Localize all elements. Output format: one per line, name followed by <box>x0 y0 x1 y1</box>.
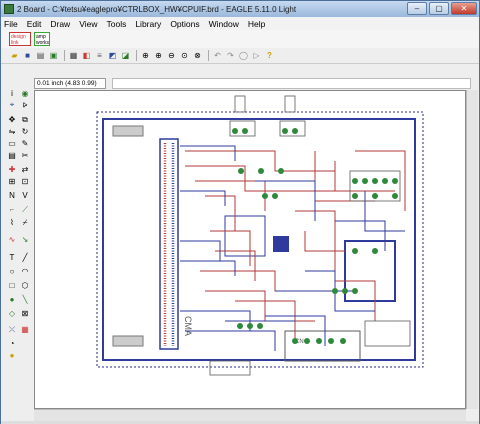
stop-icon[interactable]: ◯ <box>238 50 249 61</box>
coordinate-bar: 0.01 inch (4.83 0.99) <box>1 77 479 90</box>
eagle-app-icon <box>4 4 14 14</box>
component-outlines <box>209 95 411 376</box>
mark-icon[interactable]: ⌖ <box>7 100 17 110</box>
signal-icon[interactable]: ↘ <box>20 235 30 245</box>
menu-file[interactable]: File <box>4 19 18 29</box>
cam-icon[interactable]: ▣ <box>48 50 59 61</box>
rect-icon[interactable]: □ <box>7 281 17 291</box>
paste-icon[interactable]: ▤ <box>7 151 17 161</box>
menu-bar: File Edit Draw View Tools Library Option… <box>1 17 479 30</box>
menu-view[interactable]: View <box>79 19 97 29</box>
amp-works-logo: amp works <box>34 32 50 46</box>
menu-tools[interactable]: Tools <box>106 19 126 29</box>
eagle-window: 2 Board - C:¥tetsu¥eaglepro¥CTRLBOX_HW¥C… <box>0 0 480 424</box>
display-icon[interactable]: ◉ <box>20 89 30 99</box>
open-icon[interactable]: ▰ <box>9 50 20 61</box>
script-icon[interactable]: ≡ <box>94 50 105 61</box>
go-icon[interactable]: ▷ <box>251 50 262 61</box>
help-icon[interactable]: ? <box>264 50 275 61</box>
close-button[interactable]: ✕ <box>451 2 477 15</box>
layer-icon[interactable]: ◧ <box>81 50 92 61</box>
menu-edit[interactable]: Edit <box>27 19 42 29</box>
pcb-layout: CMA CN <box>96 95 424 376</box>
bottom-layer-traces <box>180 145 405 351</box>
ratsnest-icon[interactable]: ◇ <box>7 309 17 319</box>
command-toolbar: i ◉ ⌖ ⦠ ✥ ⧉ ⇋ ↻ ▭ ✎ ▤ ✂ ✚ ⇄ ⊞ ⊡ N V ⌐ ⟋ … <box>1 87 33 407</box>
logo-bar: design link amp works <box>1 30 479 48</box>
zoom-in-icon[interactable]: ⊕ <box>153 50 164 61</box>
move-icon[interactable]: ✥ <box>7 115 17 125</box>
toolbar: ▰ ■ ▤ ▣ ▦ ◧ ≡ ◩ ◪ ⊕ ⊕ ⊖ ⊙ ⊗ ↶ ↷ ◯ ▷ ? <box>1 48 479 64</box>
ic-chip-main <box>224 215 266 257</box>
erc-tool-icon[interactable]: ▦ <box>20 325 30 335</box>
info-icon[interactable]: i <box>7 89 17 99</box>
rotate-icon[interactable]: ↻ <box>20 127 30 137</box>
erc-icon[interactable]: ◪ <box>120 50 131 61</box>
mirror-icon[interactable]: ⇋ <box>7 127 17 137</box>
horizontal-scrollbar[interactable] <box>34 409 466 421</box>
coordinate-display: 0.01 inch (4.83 0.99) <box>34 78 106 89</box>
text-icon[interactable]: T <box>7 253 17 263</box>
mount-hole-bottom-left <box>112 335 144 347</box>
zoom-fit-icon[interactable]: ⊕ <box>140 50 151 61</box>
top-layer-traces <box>185 150 406 341</box>
print-icon[interactable]: ▤ <box>35 50 46 61</box>
measure-icon[interactable]: ⦠ <box>20 100 30 110</box>
wire-icon[interactable]: ∿ <box>7 235 17 245</box>
drc-icon[interactable]: ◩ <box>107 50 118 61</box>
ic-chip-cpu <box>273 236 289 252</box>
zoom-select-icon[interactable]: ⊗ <box>192 50 203 61</box>
menu-help[interactable]: Help <box>248 19 265 29</box>
smash-icon[interactable]: ⊡ <box>20 177 30 187</box>
name-icon[interactable]: N <box>7 191 17 201</box>
toolbar-separator <box>208 50 209 61</box>
split-icon[interactable]: ⌐ <box>7 205 17 215</box>
copy-icon[interactable]: ⧉ <box>20 115 30 125</box>
arc-icon[interactable]: ◠ <box>20 267 30 277</box>
minimize-button[interactable]: – <box>407 2 427 15</box>
board-label-left: CMA <box>183 316 193 336</box>
grid-icon[interactable]: ▦ <box>68 50 79 61</box>
window-title: 2 Board - C:¥tetsu¥eaglepro¥CTRLBOX_HW¥C… <box>17 4 297 14</box>
zoom-out-icon[interactable]: ⊖ <box>166 50 177 61</box>
title-bar: 2 Board - C:¥tetsu¥eaglepro¥CTRLBOX_HW¥C… <box>1 1 479 17</box>
route-icon[interactable]: ⌇ <box>7 218 17 228</box>
toolbar-separator <box>64 50 65 61</box>
delete-icon[interactable]: ✂ <box>20 151 30 161</box>
change-icon[interactable]: ✎ <box>20 139 30 149</box>
group-icon[interactable]: ▭ <box>7 139 17 149</box>
line-icon[interactable]: ╱ <box>20 253 30 263</box>
board-canvas[interactable]: CMA CN <box>34 90 466 409</box>
circle-icon[interactable]: ○ <box>7 267 17 277</box>
hole-icon[interactable]: ╲ <box>20 295 30 305</box>
optimize-icon[interactable]: ⟋ <box>20 205 30 215</box>
zoom-redraw-icon[interactable]: ⊙ <box>179 50 190 61</box>
menu-window[interactable]: Window <box>209 19 239 29</box>
add-icon[interactable]: ✚ <box>7 165 17 175</box>
via-icon[interactable]: ● <box>7 295 17 305</box>
design-link-logo: design link <box>9 32 31 46</box>
save-icon[interactable]: ■ <box>22 50 33 61</box>
maximize-button[interactable]: ▢ <box>429 2 449 15</box>
polygon-icon[interactable]: ⬡ <box>20 281 30 291</box>
command-line-input[interactable] <box>112 78 471 89</box>
mount-hole-top-left <box>112 125 144 137</box>
replace-icon[interactable]: ⇄ <box>20 165 30 175</box>
connector-cn1 <box>159 138 179 350</box>
lock-icon[interactable]: ⊞ <box>7 177 17 187</box>
drc-tool-icon[interactable]: ⤫ <box>7 325 17 335</box>
ripup-icon[interactable]: ⌿ <box>20 218 30 228</box>
menu-draw[interactable]: Draw <box>50 19 70 29</box>
connector-bottom <box>284 330 361 362</box>
menu-options[interactable]: Options <box>170 19 199 29</box>
errors-icon[interactable]: ◔ <box>7 339 17 349</box>
menu-library[interactable]: Library <box>135 19 161 29</box>
undo-icon[interactable]: ↶ <box>212 50 223 61</box>
redo-icon[interactable]: ↷ <box>225 50 236 61</box>
toolbar-separator <box>136 50 137 61</box>
warning-icon[interactable]: ● <box>7 351 17 361</box>
value-icon[interactable]: V <box>20 191 30 201</box>
auto-icon[interactable]: ⊠ <box>20 309 30 319</box>
vertical-scrollbar[interactable] <box>466 90 478 409</box>
